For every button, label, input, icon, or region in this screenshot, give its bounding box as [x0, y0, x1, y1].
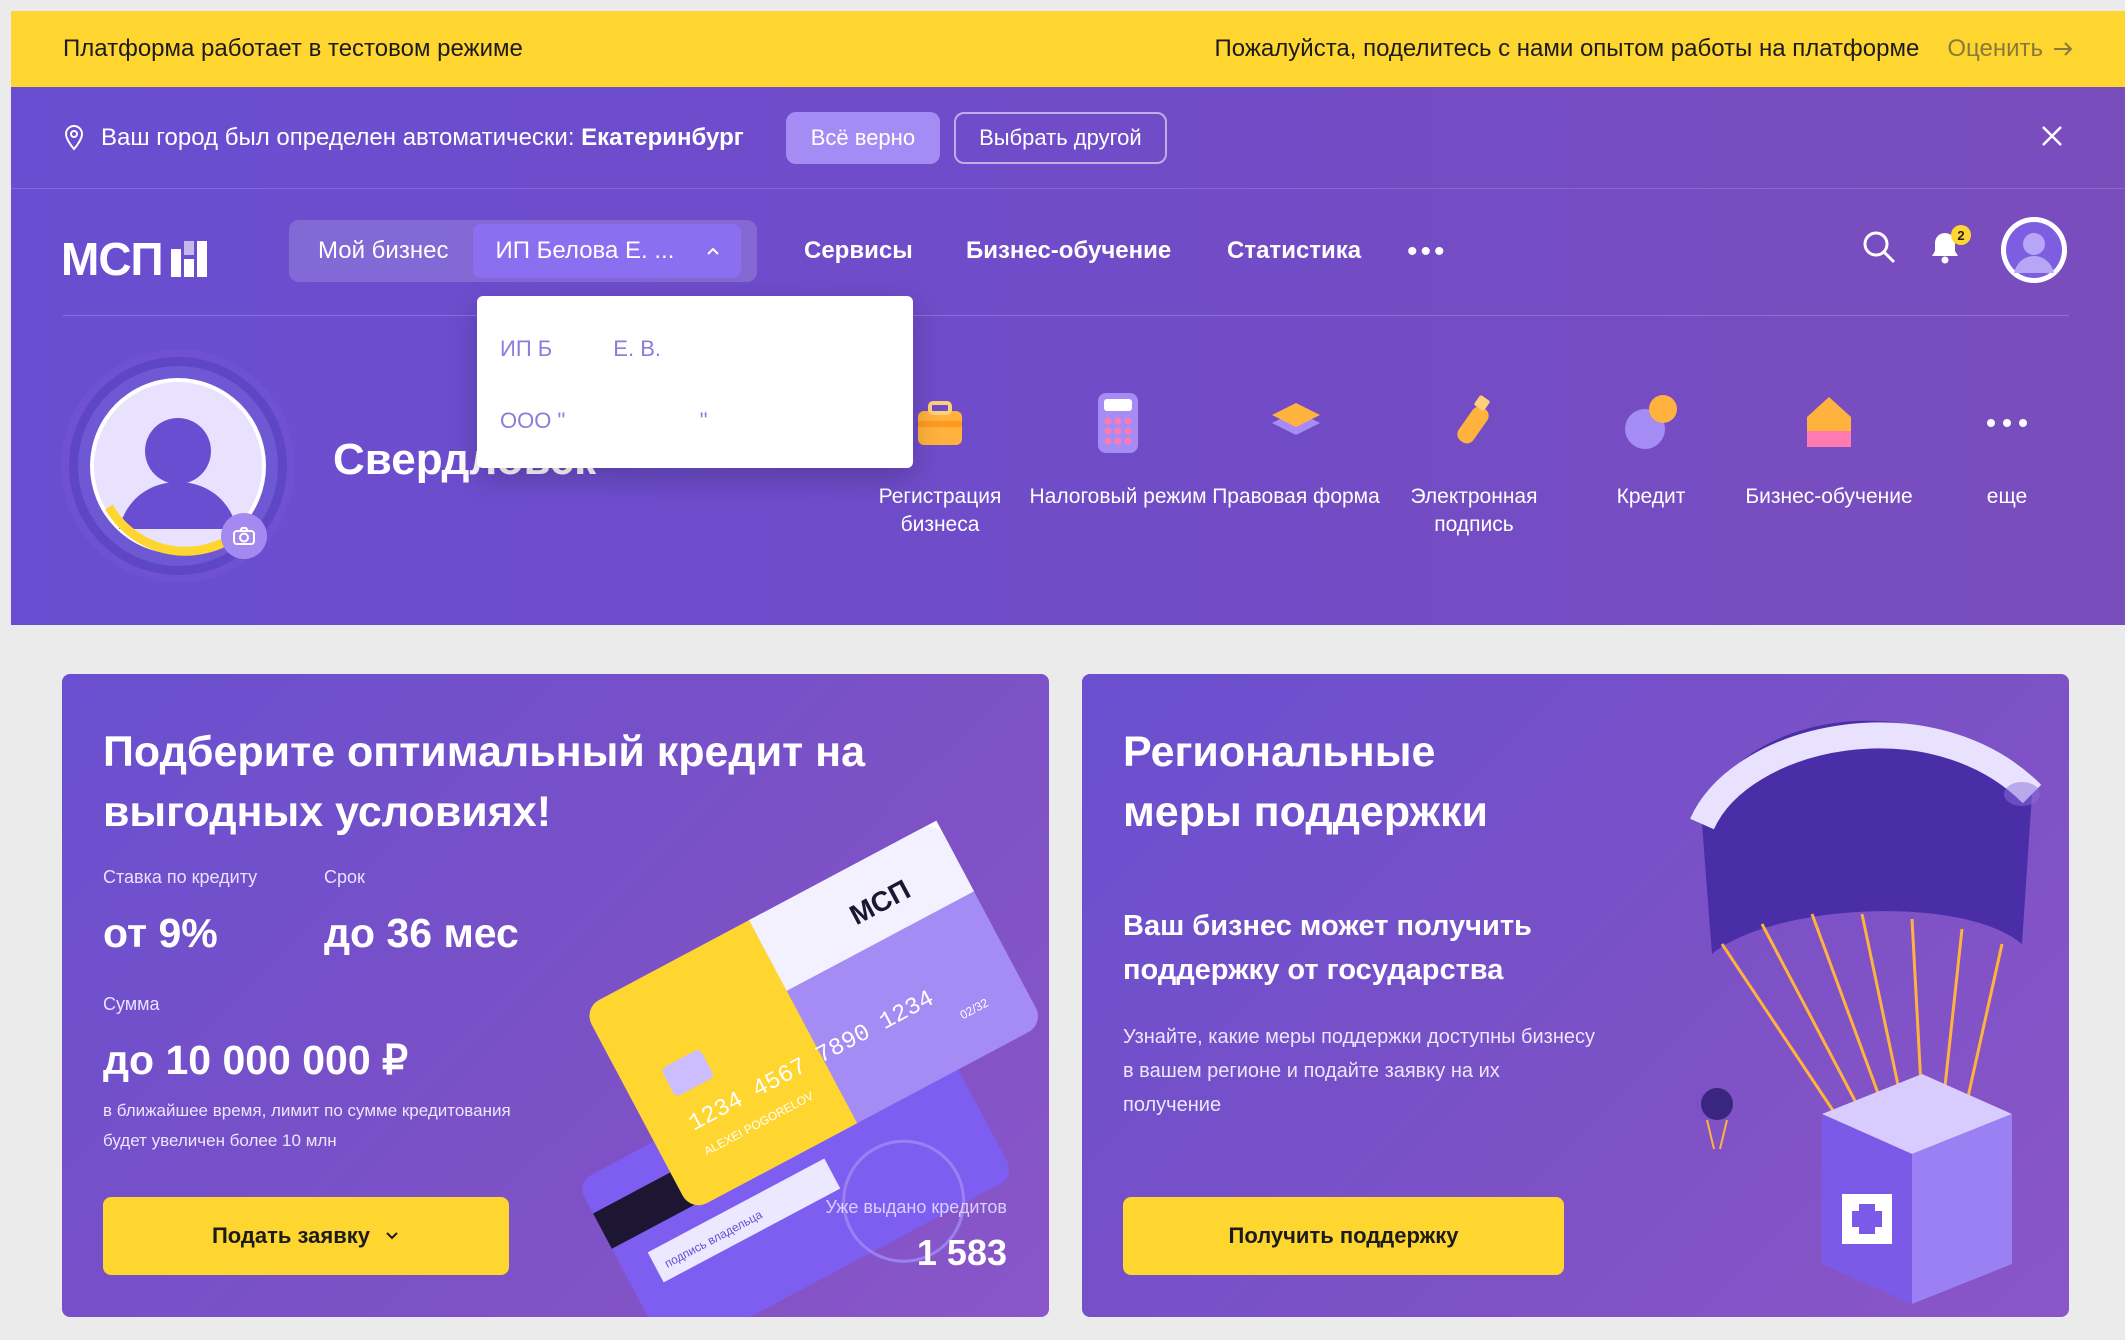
- briefcase-icon: [918, 401, 962, 445]
- service-label: Кредит: [1616, 485, 1686, 508]
- business-select[interactable]: ИП Белова Е. ...: [473, 224, 742, 278]
- get-support-button[interactable]: Получить поддержку: [1123, 1197, 1564, 1275]
- close-icon[interactable]: [2037, 121, 2067, 151]
- logo-text: МСП: [61, 233, 164, 285]
- apply-button[interactable]: Подать заявку: [103, 1197, 509, 1275]
- service-label: Регистрация бизнеса: [878, 485, 1002, 536]
- business-select-value: ИП Белова Е. ...: [495, 237, 675, 264]
- term-value: до 36 мес: [324, 910, 519, 956]
- more-icon: [1987, 419, 2027, 427]
- test-mode-text: Платформа работает в тестовом режиме: [63, 35, 523, 62]
- school-icon: [1807, 397, 1851, 447]
- sum-label: Сумма: [103, 994, 160, 1014]
- term-label: Срок: [324, 867, 365, 887]
- apply-button-label: Подать заявку: [211, 1223, 371, 1248]
- service-credit[interactable]: Кредит: [1561, 395, 1741, 511]
- service-tax-regime[interactable]: Налоговый режим: [1028, 393, 1208, 511]
- sum-value: до 10 000 000 ₽: [103, 1037, 409, 1083]
- issued-credits-label: Уже выдано кредитов: [825, 1197, 1007, 1217]
- user-avatar[interactable]: [2001, 217, 2067, 283]
- rate-link-label: Оценить: [1947, 35, 2043, 62]
- credit-title-line-2: выгодных условиях!: [103, 788, 552, 836]
- rate-link[interactable]: Оценить: [1947, 35, 2073, 63]
- dropdown-item[interactable]: ООО " ": [500, 408, 708, 434]
- nav-link-services[interactable]: Сервисы: [804, 237, 913, 265]
- main-navigation: МСП Мой бизнес ИП Белова Е. ... Сервисы …: [11, 189, 2125, 317]
- business-dropdown: ИП Б Е. В. ООО " ": [477, 296, 913, 468]
- credit-title-line-1: Подберите оптимальный кредит на: [103, 728, 866, 776]
- location-pin-icon: [64, 124, 84, 151]
- issued-credits-value: 1 583: [916, 1232, 1007, 1273]
- service-label: Правовая форма: [1212, 485, 1380, 508]
- chevron-down-icon: [386, 1232, 398, 1240]
- service-legal-form[interactable]: Правовая форма: [1206, 403, 1386, 511]
- rate-value: от 9%: [103, 910, 218, 956]
- service-label: Бизнес-обучение: [1745, 485, 1913, 508]
- support-description: Узнайте, какие меры поддержки доступны б…: [1123, 1026, 1596, 1116]
- calculator-icon: [1098, 393, 1138, 453]
- city-detected-text: Ваш город был определен автоматически: Е…: [101, 124, 744, 152]
- nav-divider: [63, 315, 2069, 316]
- city-detected-label: Ваш город был определен автоматически:: [101, 123, 575, 151]
- support-subtitle: Ваш бизнес может получить поддержку от г…: [1123, 910, 1532, 986]
- coins-icon: [1625, 395, 1677, 449]
- credit-note: в ближайшее время, лимит по сумме кредит…: [103, 1101, 511, 1150]
- city-confirm-button[interactable]: Всё верно: [785, 111, 941, 164]
- search-icon[interactable]: [1861, 229, 1897, 265]
- credit-promo-card: подпись владельца МСП 1234 4567 7890 123…: [62, 674, 1049, 1317]
- dropdown-item[interactable]: ИП Б Е. В.: [500, 336, 661, 362]
- credit-card-title: Подберите оптимальный кредит на выгодных…: [103, 722, 865, 842]
- rate-label: Ставка по кредиту: [103, 867, 258, 887]
- service-more[interactable]: еще: [1917, 419, 2097, 511]
- service-business-registration[interactable]: Регистрация бизнеса: [850, 401, 1030, 539]
- support-title-line-2: меры поддержки: [1123, 788, 1488, 836]
- get-support-button-label: Получить поддержку: [1228, 1223, 1459, 1248]
- chevron-up-icon: [707, 247, 720, 255]
- user-silhouette-icon: [2001, 217, 2067, 283]
- detected-city: Екатеринбург: [581, 123, 744, 151]
- service-business-education[interactable]: Бизнес-обучение: [1739, 397, 1919, 511]
- service-label: еще: [1986, 485, 2028, 508]
- city-change-button[interactable]: Выбрать другой: [954, 111, 1167, 164]
- parachute-crate-illustration: [1690, 720, 2042, 1304]
- layers-icon: [1272, 403, 1320, 435]
- support-title-line-1: Региональные: [1123, 728, 1436, 776]
- nav-link-statistics[interactable]: Статистика: [1227, 237, 1361, 265]
- test-mode-banner: Платформа работает в тестовом режиме Пож…: [11, 11, 2125, 87]
- service-label: Налоговый режим: [1029, 485, 1207, 508]
- regional-support-card: Региональные меры поддержки Ваш бизнес м…: [1082, 674, 2069, 1317]
- support-card-title: Региональные меры поддержки: [1123, 722, 1488, 842]
- city-confirmation-bar: Ваш город был определен автоматически: Е…: [11, 87, 2125, 189]
- hero-section: Ваш город был определен автоматически: Е…: [11, 87, 2125, 625]
- camera-icon: [233, 527, 255, 545]
- arrow-right-icon: [2054, 42, 2073, 56]
- nav-more-button[interactable]: •••: [1407, 235, 1448, 269]
- usb-key-icon: [1457, 395, 1490, 444]
- msp-logo[interactable]: МСП: [61, 232, 207, 286]
- notification-badge: 2: [1951, 225, 1971, 245]
- business-switcher: Мой бизнес ИП Белова Е. ...: [289, 220, 757, 282]
- camera-button[interactable]: [221, 513, 267, 559]
- my-business-link[interactable]: Мой бизнес: [289, 237, 473, 265]
- service-label: Электронная подпись: [1410, 485, 1538, 536]
- nav-link-business-education[interactable]: Бизнес-обучение: [966, 237, 1171, 265]
- logo-mark-icon: [170, 241, 207, 277]
- feedback-prompt: Пожалуйста, поделитесь с нами опытом раб…: [1214, 35, 1920, 62]
- service-electronic-signature[interactable]: Электронная подпись: [1384, 395, 1564, 539]
- page: Платформа работает в тестовом режиме Пож…: [11, 11, 2125, 1340]
